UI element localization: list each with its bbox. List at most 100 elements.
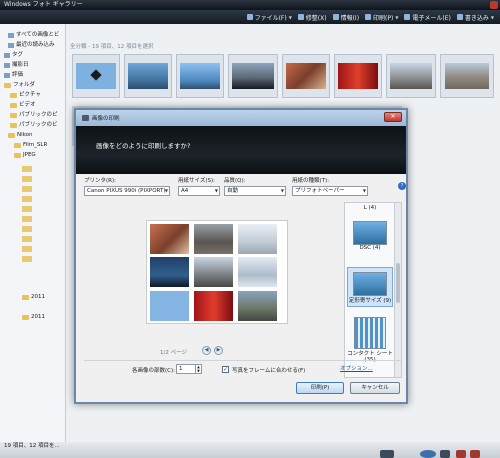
folder-icon[interactable] xyxy=(22,256,32,262)
sky-photo xyxy=(180,62,220,90)
tree-item-pictures[interactable]: ピクチャ xyxy=(0,90,65,100)
layout-scrollbar[interactable] xyxy=(394,203,401,377)
preview-photo xyxy=(238,224,277,254)
printer-label: プリンタ(R): xyxy=(84,178,116,184)
slideshow-icon[interactable] xyxy=(420,450,436,458)
tag-icon xyxy=(4,52,10,58)
folder-icon xyxy=(10,122,17,128)
close-dialog-button[interactable]: ✕ xyxy=(384,112,402,122)
layout-option-dsc[interactable]: DSC (4) xyxy=(347,221,393,251)
street-photo xyxy=(444,62,490,90)
folder-icon[interactable] xyxy=(22,246,32,252)
tree-item-folders[interactable]: フォルダ xyxy=(0,80,65,90)
folder-icon[interactable] xyxy=(22,196,32,202)
tree-item-tags[interactable]: タグ xyxy=(0,50,65,60)
tree-item-film-slr[interactable]: Film_SLR xyxy=(0,140,65,150)
item-count-label: 全分類 - 19 項目、12 項目を選択 xyxy=(70,44,154,50)
layout-option-contact-sheet[interactable]: コンタクト シート (35) xyxy=(347,317,393,363)
printer-select[interactable]: Canon PIXUS 990i (PIXPORT) ▼ xyxy=(84,186,170,196)
tree-item-2011a[interactable]: 2011 xyxy=(22,292,45,302)
layout-thumbnail xyxy=(353,221,387,245)
thumbnail[interactable] xyxy=(386,54,436,98)
paper-type-label: 用紙の種類(T): xyxy=(292,178,330,184)
paper-type-select[interactable]: プリフォトペーパー ▼ xyxy=(292,186,368,196)
options-link[interactable]: オプション... xyxy=(340,364,373,372)
printer-icon xyxy=(82,115,89,121)
thumbnail[interactable] xyxy=(72,54,120,98)
thumbnail[interactable] xyxy=(228,54,278,98)
paper-size-select[interactable]: A4 ▼ xyxy=(178,186,220,196)
preview-photo xyxy=(238,257,277,287)
page-indicator: 1/2 ページ xyxy=(160,350,187,356)
fit-to-frame-label: 写真をフレームに合わせる(F) xyxy=(232,368,306,374)
help-icon[interactable]: ? xyxy=(398,182,406,190)
next-page-button[interactable]: ▶ xyxy=(214,346,223,355)
folder-icon[interactable] xyxy=(22,226,32,232)
print-menu[interactable]: 印刷(P) ▼ xyxy=(365,13,398,22)
folder-icon[interactable] xyxy=(22,186,32,192)
calendar-icon xyxy=(4,62,10,68)
folder-icon[interactable] xyxy=(22,166,32,172)
layout-option-standard[interactable]: 定形寄サイズ (9) xyxy=(347,267,393,307)
tree-item-all[interactable]: すべての画像とビ xyxy=(0,30,65,40)
stepper-arrows-icon[interactable]: ▲ ▼ xyxy=(195,365,201,373)
tree-item-rating[interactable]: 評価 xyxy=(0,70,65,80)
layout-list: L (4) DSC (4) 定形寄サイズ (9) コンタクト シート (35) xyxy=(344,202,402,378)
disc-icon xyxy=(456,14,463,20)
folder-icon[interactable] xyxy=(22,176,32,182)
thumbnail[interactable] xyxy=(282,54,330,98)
file-menu[interactable]: ファイル(F) ▼ xyxy=(246,13,292,22)
printer-icon xyxy=(365,14,372,20)
scrollbar-thumb[interactable] xyxy=(396,263,400,303)
dialog-header-band xyxy=(76,126,406,174)
preview-photo xyxy=(194,224,233,254)
street-photo xyxy=(390,62,432,90)
folder-icon xyxy=(10,92,17,98)
print-button[interactable]: 印刷(P) xyxy=(296,382,344,394)
bird-photo xyxy=(76,62,116,90)
gallery-icon xyxy=(8,32,14,38)
quality-select[interactable]: 自動 ▼ xyxy=(224,186,286,196)
cancel-button[interactable]: キャンセル xyxy=(350,382,400,394)
tree-item-jpeg[interactable]: JPEG xyxy=(0,150,65,160)
info-button[interactable]: 情報(I) xyxy=(332,13,359,22)
preview-photo xyxy=(150,291,189,321)
tree-item-public-videos[interactable]: パブリックのビ xyxy=(0,120,65,130)
tree-item-nikon[interactable]: Nikon xyxy=(0,130,65,140)
tree-item-recent[interactable]: 最近の読み込み xyxy=(0,40,65,50)
tree-item-public-pictures[interactable]: パブリックのピ xyxy=(0,110,65,120)
thumbnail[interactable] xyxy=(334,54,382,98)
thumbnail[interactable] xyxy=(440,54,494,98)
fit-to-frame-checkbox[interactable]: ✓ xyxy=(222,366,229,373)
night-photo xyxy=(232,62,274,90)
folder-icon[interactable] xyxy=(22,206,32,212)
window-titlebar: Windows フォト ギャラリー xyxy=(0,0,500,10)
burn-menu[interactable]: 書き込み ▼ xyxy=(456,13,494,22)
print-dialog: 画像の印刷 ✕ 画像をどのように印刷しますか? プリンタ(R): Canon P… xyxy=(74,108,408,404)
thumbnail[interactable] xyxy=(176,54,224,98)
preview-photo xyxy=(194,291,233,321)
preview-photo xyxy=(150,257,189,287)
tree-item-2011b[interactable]: 2011 xyxy=(22,312,45,322)
email-button[interactable]: 電子メール(E) xyxy=(404,13,451,22)
fix-button[interactable]: 修整(X) xyxy=(297,13,327,22)
thumbnail[interactable] xyxy=(124,54,172,98)
folder-icon[interactable] xyxy=(22,216,32,222)
rotate-icon[interactable] xyxy=(456,450,466,458)
chevron-down-icon: ▼ xyxy=(280,188,284,193)
divider xyxy=(84,360,402,361)
copies-label: 各画像の部数(C): xyxy=(132,368,175,374)
navigation-sidebar: すべての画像とビ 最近の読み込み タグ 撮影日 評価 フォルダ ピクチャ ビデオ… xyxy=(0,24,66,442)
folder-icon xyxy=(10,112,17,118)
copies-stepper[interactable]: 1 ▲ ▼ xyxy=(176,364,202,374)
zoom-icon[interactable] xyxy=(380,450,394,458)
chevron-down-icon: ▼ xyxy=(362,188,366,193)
next-icon[interactable] xyxy=(440,450,450,458)
folder-icon[interactable] xyxy=(22,236,32,242)
layout-option-l[interactable]: L (4) xyxy=(347,205,393,211)
previous-page-button[interactable]: ◀ xyxy=(202,346,211,355)
tree-item-date[interactable]: 撮影日 xyxy=(0,60,65,70)
tree-item-videos[interactable]: ビデオ xyxy=(0,100,65,110)
close-window-icon[interactable] xyxy=(490,1,498,9)
delete-icon[interactable] xyxy=(470,450,480,458)
